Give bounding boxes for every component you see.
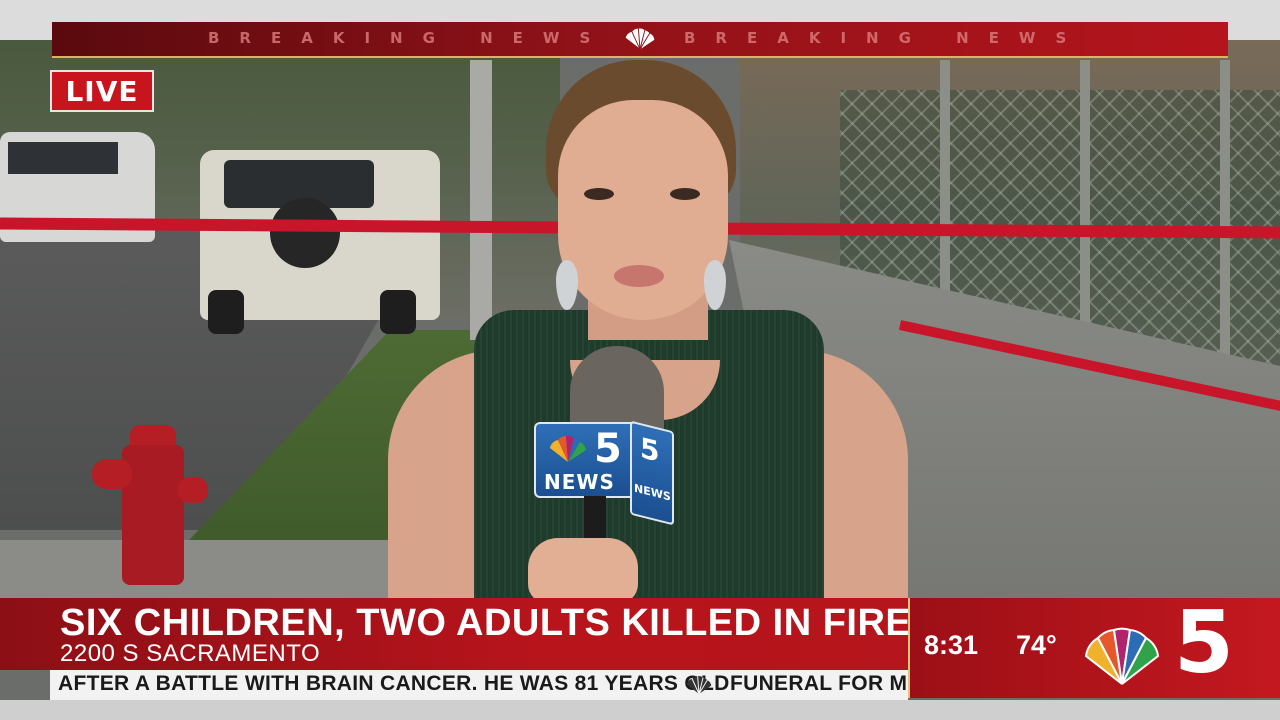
- location-subhead: 2200 S SACRAMENTO: [60, 640, 321, 667]
- headline-bar: SIX CHILDREN, TWO ADULTS KILLED IN FIRE …: [0, 598, 912, 670]
- hydrant-body: [122, 445, 184, 585]
- van-window: [8, 142, 118, 174]
- nbc5-logo: 5: [1082, 600, 1272, 690]
- breaking-news-banner: BREAKING NEWS BREAKING NEWS: [52, 22, 1228, 58]
- news-ticker: AFTER A BATTLE WITH BRAIN CANCER. HE WAS…: [50, 670, 908, 700]
- hydrant-cap: [130, 425, 176, 447]
- nbc-peacock-icon: [684, 674, 714, 696]
- clock: 8:31: [924, 630, 979, 660]
- earring: [556, 260, 578, 310]
- live-badge: LIVE: [50, 70, 154, 112]
- suv-wheel: [208, 290, 244, 334]
- nbc-peacock-icon: [546, 434, 590, 470]
- hydrant-nozzle: [178, 477, 208, 503]
- ticker-item: FUNERAL FOR MC: [730, 672, 908, 695]
- mic-flag-side-number: 5: [640, 431, 660, 469]
- reporter-face: [558, 100, 728, 320]
- channel-number: 5: [1174, 593, 1234, 693]
- reporter: 5 NEWS 5 NEWS: [388, 60, 908, 610]
- station-brand-panel: 8:31 74° 5: [908, 598, 1280, 698]
- reporter-eye: [584, 188, 614, 200]
- breaking-news-text: BREAKING NEWS: [208, 29, 611, 47]
- reporter-hand: [528, 538, 638, 604]
- mic-flag-number: 5: [594, 426, 622, 472]
- reporter-eye: [670, 188, 700, 200]
- reporter-lips: [614, 265, 664, 287]
- mic-flag-side-label: NEWS: [634, 481, 671, 504]
- mic-flag-label: NEWS: [544, 470, 615, 494]
- spare-tire: [270, 198, 340, 268]
- breaking-news-text: BREAKING NEWS: [684, 29, 1087, 47]
- headline: SIX CHILDREN, TWO ADULTS KILLED IN FIRE: [60, 602, 912, 644]
- earring: [704, 260, 726, 310]
- mic-flag-side: 5 NEWS: [630, 420, 674, 526]
- ticker-item: AFTER A BATTLE WITH BRAIN CANCER. HE WAS…: [58, 672, 730, 695]
- nbc-peacock-icon: [622, 27, 658, 51]
- mic-flag: 5 NEWS: [534, 422, 638, 498]
- fire-hydrant: [92, 425, 212, 585]
- frame-bottom-edge: [0, 700, 1280, 720]
- hydrant-nozzle: [92, 459, 132, 489]
- temperature: 74°: [1016, 630, 1057, 660]
